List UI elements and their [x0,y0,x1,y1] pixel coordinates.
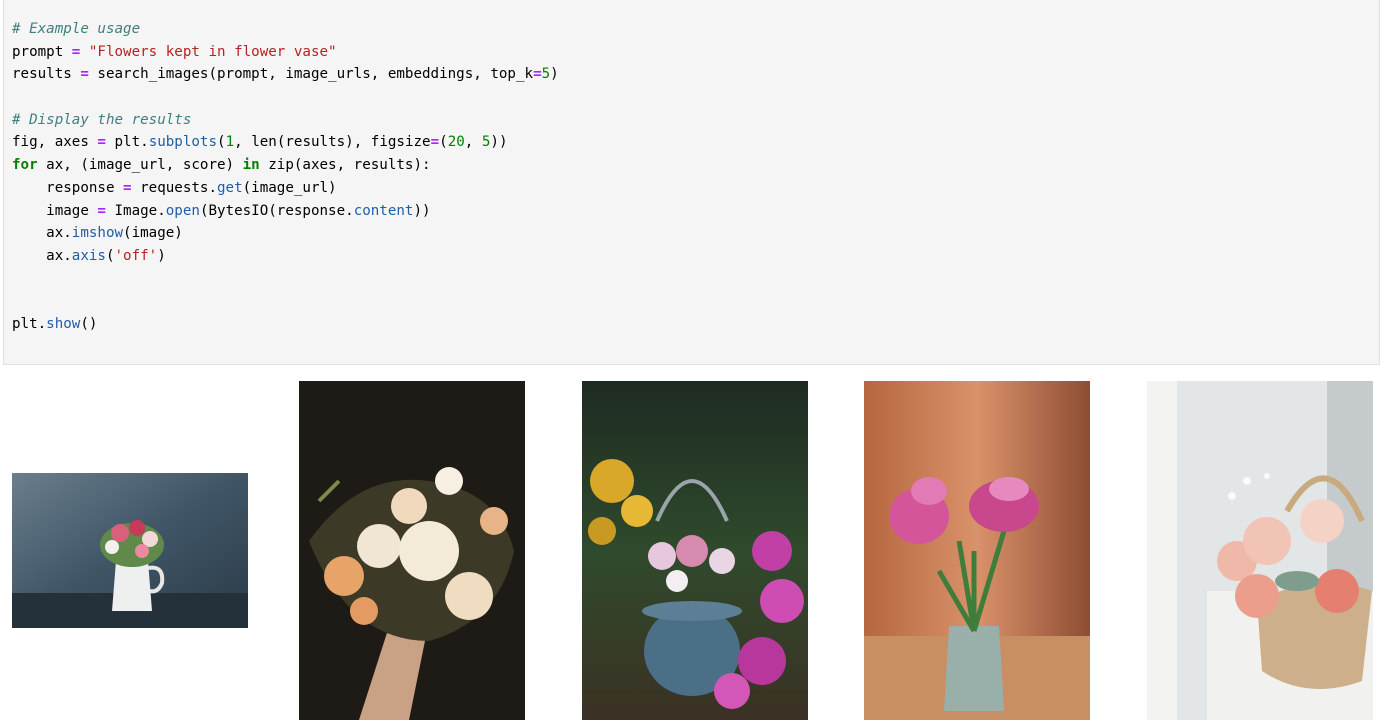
code-token: (image_url) [242,179,337,196]
code-line: for ax, (image_url, score) in zip(axes, … [12,154,559,177]
result-image-3 [582,381,808,720]
code-token: requests. [131,179,218,196]
code-token: for [12,157,38,174]
code-editor[interactable]: # Example usage prompt = "Flowers kept in… [12,18,559,336]
code-token: 1 [225,134,235,151]
output-area [0,365,1387,726]
code-token: "Flowers kept in flower vase" [88,43,337,60]
code-token: zip(axes, results): [259,157,431,174]
code-token: = [97,134,106,151]
code-token: imshow [71,225,124,242]
code-line: # Display the results [12,109,559,132]
result-image-1 [12,473,248,628]
code-token: fig, axes [12,134,98,151]
code-token: image [12,202,98,219]
code-token: content [353,202,414,219]
code-token: results [12,66,81,83]
code-token: ax, (image_url, score) [37,157,243,174]
code-line: # Example usage [12,18,559,41]
code-token: ) [157,247,166,264]
code-token: ( [105,247,115,264]
code-token: show [46,315,81,332]
code-token: Image. [105,202,166,219]
code-token: axis [71,247,106,264]
code-token: = [430,134,440,151]
code-token: ( [439,134,448,151]
code-token: plt. [105,134,149,151]
code-token: ) [550,66,559,83]
code-line: prompt = "Flowers kept in flower vase" [12,41,559,64]
code-token: , [464,134,482,151]
code-token: plt. [12,315,47,332]
code-token: , len(results), figsize [234,134,431,151]
code-token: # Display the results [12,111,192,128]
code-line: results = search_images(prompt, image_ur… [12,63,559,86]
code-token: get [217,179,243,196]
code-token: = [533,66,542,83]
code-token: prompt [12,43,72,60]
code-line: response = requests.get(image_url) [12,177,559,200]
code-token: = [123,179,132,196]
code-token: )) [413,202,431,219]
result-image-5 [1147,381,1373,720]
code-token: search_images(prompt, image_urls, embedd… [88,66,534,83]
result-image-2 [299,381,525,720]
code-line: ax.axis('off') [12,245,559,268]
code-token: open [165,202,200,219]
code-token: # Example usage [12,21,141,37]
code-token: = [97,202,106,219]
code-line: fig, axes = plt.subplots(1, len(results)… [12,131,559,154]
code-line: plt.show() [12,313,559,336]
code-token: (BytesIO(response. [199,202,354,219]
code-line: image = Image.open(BytesIO(response.cont… [12,200,559,223]
code-token: ax. [12,225,72,242]
code-cell[interactable]: # Example usage prompt = "Flowers kept in… [3,0,1380,365]
code-line: ax.imshow(image) [12,222,559,245]
code-token: () [80,315,98,332]
code-token: response [12,179,124,196]
code-token: 'off' [114,247,158,264]
code-token: 5 [541,66,551,83]
code-token: ax. [12,247,72,264]
code-token: )) [490,134,508,151]
code-token: = [80,66,89,83]
code-token: 20 [447,134,465,151]
code-token: in [242,157,260,174]
code-token: subplots [148,134,218,151]
result-image-4 [864,381,1090,720]
code-token: ( [217,134,226,151]
code-token: (image) [123,225,183,242]
